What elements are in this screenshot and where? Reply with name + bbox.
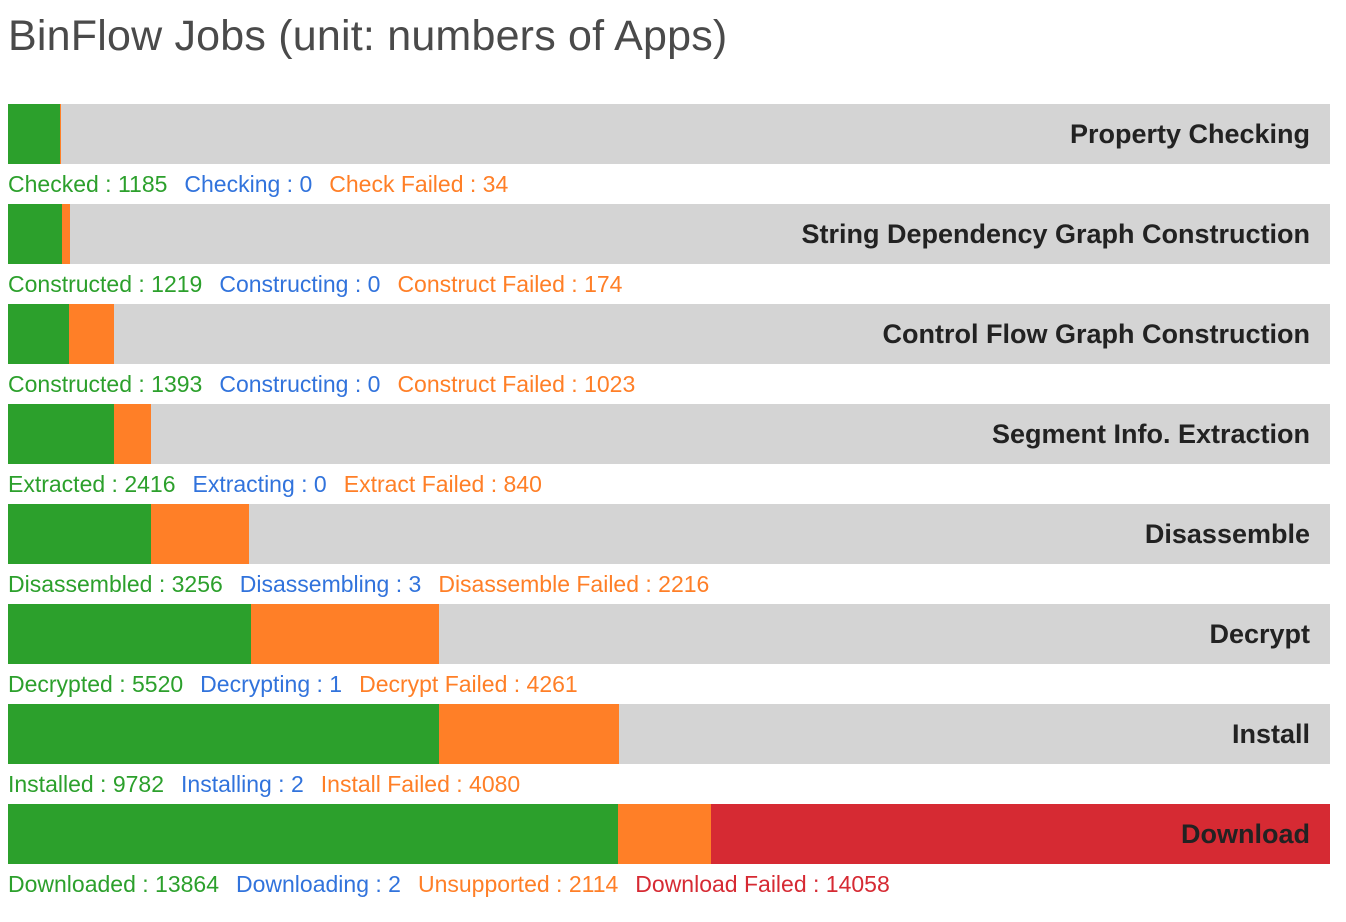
count-label-progress: Disassembling : 3 xyxy=(239,571,422,597)
count-label-unsupported: Install Failed : 4080 xyxy=(320,771,521,797)
bar-segment-done xyxy=(8,404,114,464)
progress-bar: Decrypt xyxy=(8,604,1330,664)
stage-label: Property Checking xyxy=(1069,119,1310,149)
count-label-unsupported: Extract Failed : 840 xyxy=(343,471,542,497)
bar-segment-done xyxy=(8,704,439,764)
bar-segment-done xyxy=(8,604,251,664)
count-label-done: Extracted : 2416 xyxy=(8,471,176,497)
stage-label: String Dependency Graph Construction xyxy=(801,219,1310,249)
count-label-unsupported: Unsupported : 2114 xyxy=(417,871,619,897)
stage-label: Control Flow Graph Construction xyxy=(882,319,1310,349)
stage-counts: Decrypted : 5520 Decrypting : 1 Decrypt Fa… xyxy=(8,664,1330,704)
stage-label: Download xyxy=(1181,819,1310,849)
job-row-control-flow-graph-construction: Control Flow Graph Construction Construct… xyxy=(8,304,1330,404)
stage-counts: Downloaded : 13864 Downloading : 2 Unsuppo… xyxy=(8,864,1330,904)
count-label-unsupported: Construct Failed : 1023 xyxy=(397,371,636,397)
count-label-done: Installed : 9782 xyxy=(8,771,165,797)
count-label-unsupported: Disassemble Failed : 2216 xyxy=(438,571,710,597)
progress-bar: Control Flow Graph Construction xyxy=(8,304,1330,364)
bar-segment-done xyxy=(8,504,151,564)
stage-label: Decrypt xyxy=(1209,619,1310,649)
bar-segment-unsupported xyxy=(618,804,712,864)
job-row-property-checking: Property Checking Checked : 1185 Checking … xyxy=(8,104,1330,204)
bar-segment-unsupported xyxy=(61,204,70,264)
count-label-done: Constructed : 1393 xyxy=(8,371,203,397)
progress-bar: Install xyxy=(8,704,1330,764)
job-row-decrypt: Decrypt Decrypted : 5520 Decrypting : 1 Dec… xyxy=(8,604,1330,704)
count-label-progress: Constructing : 0 xyxy=(219,371,381,397)
job-stage-list: Property Checking Checked : 1185 Checking … xyxy=(8,104,1330,904)
progress-bar: Download xyxy=(8,804,1330,864)
progress-bar: Disassemble xyxy=(8,504,1330,564)
stage-label: Segment Info. Extraction xyxy=(991,419,1310,449)
progress-bar: String Dependency Graph Construction xyxy=(8,204,1330,264)
bar-segment-done xyxy=(8,104,60,164)
stage-counts: Constructed : 1219 Constructing : 0 Constr… xyxy=(8,264,1330,304)
job-row-install: Install Installed : 9782 Installing : 2 Ins… xyxy=(8,704,1330,804)
job-row-string-dependency-graph-construction: String Dependency Graph Construction Cons… xyxy=(8,204,1330,304)
count-label-progress: Constructing : 0 xyxy=(219,271,381,297)
count-label-progress: Downloading : 2 xyxy=(236,871,401,897)
stage-counts: Installed : 9782 Installing : 2 Install Fa… xyxy=(8,764,1330,804)
count-label-done: Downloaded : 13864 xyxy=(8,871,219,897)
bar-segment-unsupported xyxy=(114,404,152,464)
count-label-done: Disassembled : 3256 xyxy=(8,571,223,597)
bar-segment-done xyxy=(8,204,62,264)
bar-segment-done xyxy=(8,804,618,864)
count-label-progress: Decrypting : 1 xyxy=(200,671,343,697)
count-label-done: Decrypted : 5520 xyxy=(8,671,184,697)
stage-label: Install xyxy=(1231,719,1310,749)
count-label-progress: Extracting : 0 xyxy=(192,471,327,497)
count-label-done: Checked : 1185 xyxy=(8,171,168,197)
count-label-failed: Download Failed : 14058 xyxy=(635,871,890,897)
progress-bar: Segment Info. Extraction xyxy=(8,404,1330,464)
bar-segment-unsupported xyxy=(250,604,439,664)
count-label-unsupported: Construct Failed : 174 xyxy=(397,271,623,297)
progress-bar: Property Checking xyxy=(8,104,1330,164)
job-row-download: Download Downloaded : 13864 Downloading : … xyxy=(8,804,1330,904)
count-label-progress: Installing : 2 xyxy=(181,771,304,797)
bar-segment-unsupported xyxy=(438,704,619,764)
bar-segment-unsupported xyxy=(69,304,115,364)
count-label-unsupported: Check Failed : 34 xyxy=(329,171,509,197)
job-row-segment-info-extraction: Segment Info. Extraction Extracted : 2416… xyxy=(8,404,1330,504)
bar-segment-unsupported xyxy=(151,504,250,564)
stage-counts: Disassembled : 3256 Disassembling : 3 Disa… xyxy=(8,564,1330,604)
job-row-disassemble: Disassemble Disassembled : 3256 Disassembl… xyxy=(8,504,1330,604)
bar-segment-unsupported xyxy=(60,104,62,164)
stage-label: Disassemble xyxy=(1144,519,1310,549)
stage-counts: Checked : 1185 Checking : 0 Check Failed :… xyxy=(8,164,1330,204)
count-label-progress: Checking : 0 xyxy=(184,171,313,197)
count-label-unsupported: Decrypt Failed : 4261 xyxy=(359,671,578,697)
count-label-done: Constructed : 1219 xyxy=(8,271,203,297)
stage-counts: Extracted : 2416 Extracting : 0 Extract Fa… xyxy=(8,464,1330,504)
stage-counts: Constructed : 1393 Constructing : 0 Constr… xyxy=(8,364,1330,404)
bar-segment-done xyxy=(8,304,69,364)
page-title: BinFlow Jobs (unit: numbers of Apps) xyxy=(8,12,728,60)
